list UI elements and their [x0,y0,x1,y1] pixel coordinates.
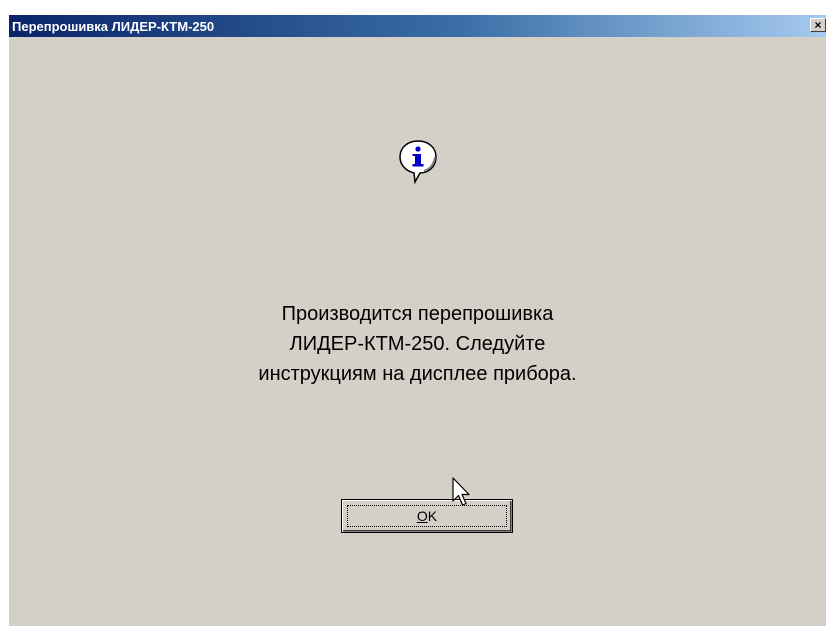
ok-button[interactable]: OK [341,499,513,533]
message-line: инструкциям на дисплее прибора. [258,363,577,385]
mouse-cursor-icon [452,477,470,506]
title-bar[interactable]: Перепрошивка ЛИДЕР-КТМ-250 × [9,15,826,37]
message-text: Производится перепрошивка ЛИДЕР-КТМ-250.… [9,299,826,389]
message-line: ЛИДЕР-КТМ-250. Следуйте [289,333,546,355]
close-button[interactable]: × [810,18,826,32]
close-icon: × [814,18,822,32]
message-line: Производится перепрошивка [281,303,554,325]
window-title: Перепрошивка ЛИДЕР-КТМ-250 [12,18,215,34]
ok-button-label: OK [416,508,438,524]
information-icon [399,140,437,184]
dialog-window: Перепрошивка ЛИДЕР-КТМ-250 × Производитс… [8,14,826,626]
